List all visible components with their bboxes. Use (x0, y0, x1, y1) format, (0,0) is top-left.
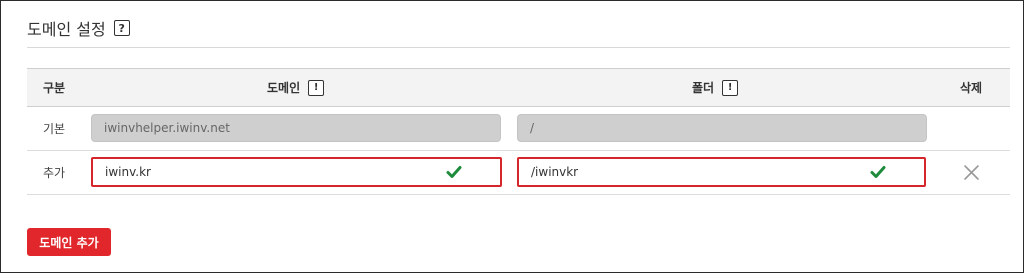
column-header-folder: 폴더 ! (692, 69, 739, 106)
section-header: 도메인 설정 ? (27, 15, 130, 41)
column-header-domain: 도메인 ! (267, 69, 325, 106)
add-domain-button[interactable]: 도메인 추가 (27, 228, 111, 256)
row-type-label: 추가 (43, 166, 66, 180)
section-title: 도메인 설정 (27, 20, 106, 39)
domain-info-icon[interactable]: ! (308, 79, 325, 96)
row-type-label: 기본 (43, 122, 66, 136)
table-row-added: 추가 iwinv.kr /iwinvkr (27, 151, 1010, 195)
valid-check-icon (870, 166, 886, 178)
column-header-type: 구분 (43, 81, 66, 95)
divider (27, 47, 1010, 48)
added-folder-input[interactable]: /iwinvkr (517, 157, 926, 187)
domain-settings-panel: 도메인 설정 ? 구분 도메인 ! 폴더 ! 삭제 기본 iwinvhelper (0, 0, 1024, 273)
help-icon[interactable]: ? (113, 20, 130, 36)
default-folder-field: / (517, 114, 927, 142)
folder-info-icon[interactable]: ! (722, 79, 739, 96)
domain-table: 구분 도메인 ! 폴더 ! 삭제 기본 iwinvhelper.iwinv.ne… (27, 68, 1010, 195)
table-row-default: 기본 iwinvhelper.iwinv.net / (27, 107, 1010, 151)
added-domain-input[interactable]: iwinv.kr (91, 157, 502, 187)
valid-check-icon (446, 166, 462, 178)
table-header: 구분 도메인 ! 폴더 ! 삭제 (27, 68, 1010, 107)
delete-row-icon[interactable] (963, 164, 980, 181)
default-domain-field: iwinvhelper.iwinv.net (91, 114, 501, 142)
column-header-delete: 삭제 (960, 81, 983, 95)
